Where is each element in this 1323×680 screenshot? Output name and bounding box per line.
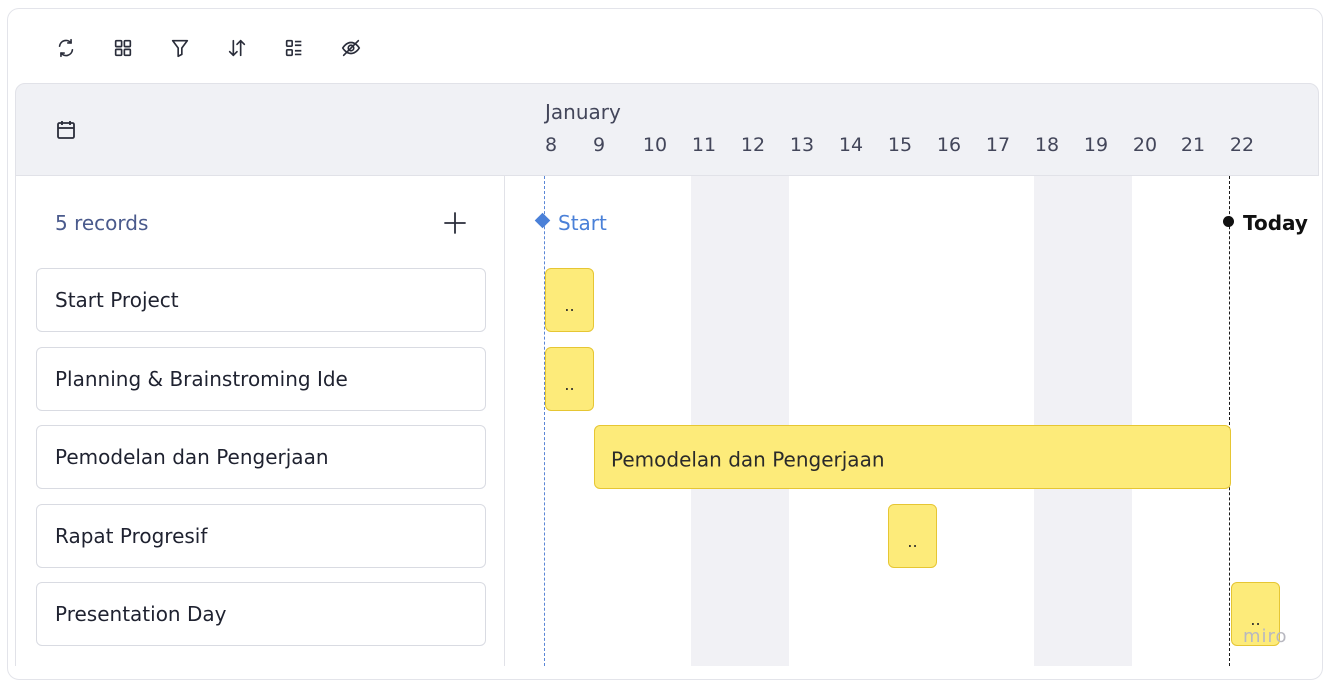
timeline-header [15, 83, 1319, 176]
sort-icon[interactable] [223, 34, 251, 62]
records-count: 5 records [55, 211, 149, 235]
refresh-icon[interactable] [52, 34, 80, 62]
day-label: 9 [592, 134, 606, 156]
weekend-shade [691, 176, 789, 666]
day-label: 16 [936, 134, 962, 156]
task-bar-label: .. [564, 296, 575, 316]
miro-watermark: miro [1243, 626, 1288, 647]
record-title: Presentation Day [55, 602, 227, 626]
month-label: January [545, 100, 621, 124]
day-label: 21 [1180, 134, 1206, 156]
day-label: 14 [838, 134, 864, 156]
day-label: 20 [1132, 134, 1158, 156]
record-row[interactable]: Presentation Day [36, 582, 486, 646]
today-marker-icon [1223, 216, 1234, 227]
record-row[interactable]: Planning & Brainstroming Ide [36, 347, 486, 411]
task-bar-label: Pemodelan dan Pengerjaan [611, 447, 885, 472]
record-row[interactable]: Start Project [36, 268, 486, 332]
record-row[interactable]: Pemodelan dan Pengerjaan [36, 425, 486, 489]
start-line [544, 176, 545, 666]
day-label: 18 [1034, 134, 1060, 156]
day-label: 8 [544, 134, 558, 156]
day-label: 17 [985, 134, 1011, 156]
plus-icon[interactable] [440, 208, 470, 238]
task-bar[interactable]: .. [545, 347, 594, 411]
record-title: Planning & Brainstroming Ide [55, 367, 348, 391]
day-label: 12 [740, 134, 766, 156]
day-label: 13 [789, 134, 815, 156]
start-label: Start [558, 211, 607, 235]
hide-icon[interactable] [337, 34, 365, 62]
record-title: Pemodelan dan Pengerjaan [55, 445, 329, 469]
weekend-shade [1034, 176, 1132, 666]
day-label: 22 [1229, 134, 1255, 156]
today-label: Today [1243, 211, 1308, 235]
day-label: 10 [642, 134, 668, 156]
record-row[interactable]: Rapat Progresif [36, 504, 486, 568]
record-title: Rapat Progresif [55, 524, 208, 548]
day-label: 19 [1083, 134, 1109, 156]
task-bar[interactable]: .. [888, 504, 937, 568]
task-bar[interactable]: .. [545, 268, 594, 332]
record-title: Start Project [55, 288, 179, 312]
group-icon[interactable] [280, 34, 308, 62]
today-line [1229, 176, 1230, 666]
task-bar[interactable]: Pemodelan dan Pengerjaan [594, 425, 1231, 489]
task-bar-label: .. [907, 532, 918, 552]
grid-icon[interactable] [109, 34, 137, 62]
filter-icon[interactable] [166, 34, 194, 62]
calendar-icon[interactable] [54, 118, 78, 142]
day-label: 11 [691, 134, 717, 156]
day-label: 15 [887, 134, 913, 156]
toolbar [52, 34, 394, 62]
task-bar-label: .. [564, 375, 575, 395]
